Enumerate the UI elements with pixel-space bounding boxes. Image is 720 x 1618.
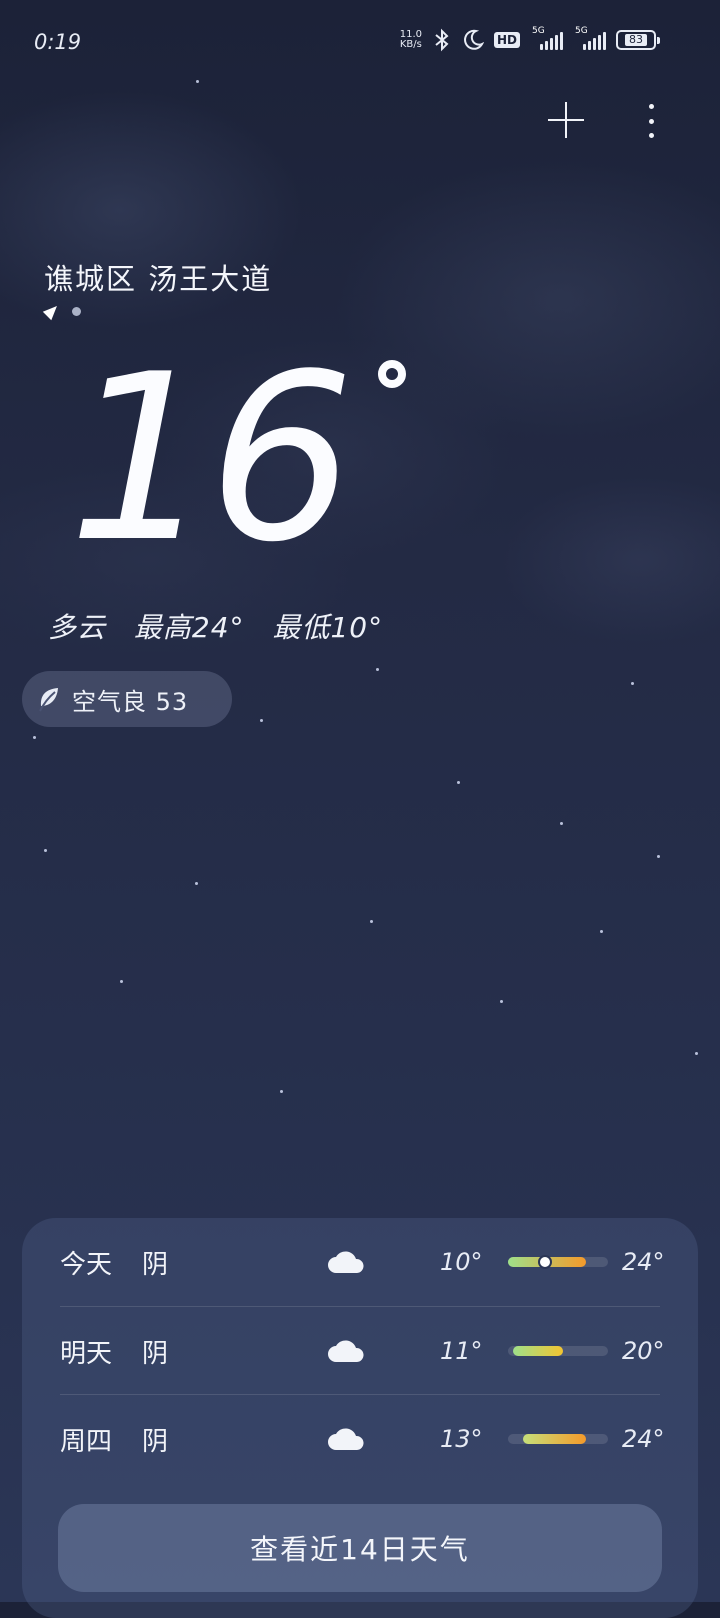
- forecast-high: 20°: [622, 1337, 665, 1365]
- range-fill: [523, 1434, 586, 1444]
- forecast-high: 24°: [622, 1248, 665, 1276]
- forecast-day: 今天: [60, 1249, 113, 1280]
- moon-icon: [462, 29, 484, 51]
- forecast-condition: 阴: [142, 1426, 169, 1457]
- view-14-day-button[interactable]: 查看近14日天气: [58, 1504, 662, 1592]
- forecast-low: 10°: [440, 1248, 483, 1276]
- range-fill: [513, 1346, 563, 1356]
- forecast-day: 周四: [60, 1426, 113, 1457]
- page-dot: [72, 306, 81, 316]
- cloud-icon: [328, 1251, 364, 1273]
- forecast-condition: 阴: [142, 1249, 169, 1280]
- forecast-condition: 阴: [142, 1338, 169, 1369]
- forecast-high: 24°: [622, 1425, 665, 1453]
- temperature-range-bar: [508, 1255, 608, 1269]
- forecast-low: 11°: [440, 1337, 483, 1365]
- network-speed: 11.0 KB/s: [400, 30, 422, 50]
- current-condition: 多云: [48, 611, 107, 644]
- temperature-range-bar: [508, 1346, 608, 1356]
- forecast-day: 明天: [60, 1338, 113, 1369]
- leaf-icon: [39, 688, 58, 712]
- battery-icon: 83: [616, 30, 660, 50]
- temperature-range-bar: [508, 1434, 608, 1444]
- status-time: 0:19: [34, 30, 82, 54]
- plus-icon[interactable]: [548, 102, 584, 138]
- battery-level: 83: [625, 34, 647, 46]
- aqi-label: 空气良 53: [72, 687, 189, 716]
- current-temperature: 16: [68, 326, 355, 593]
- status-bar: 0:19 11.0 KB/s HD 5G 5G 83: [0, 0, 720, 86]
- page-indicators: [42, 301, 81, 321]
- forecast-row[interactable]: 今天 阴 10° 24°: [60, 1218, 665, 1306]
- today-high: 最高24°: [133, 611, 245, 644]
- degree-symbol: [378, 360, 406, 388]
- forecast-card: 今天 阴 10° 24° 明天 阴 11° 20° 周四 阴 13° 24° 查…: [22, 1218, 698, 1618]
- forecast-row[interactable]: 周四 阴 13° 24°: [60, 1394, 665, 1483]
- signal-sim1-icon: 5G: [530, 26, 563, 50]
- today-low: 最低10°: [272, 611, 384, 644]
- weather-summary: 多云 最高24° 最低10°: [48, 606, 401, 646]
- sim1-network-type: 5G: [532, 26, 545, 36]
- more-vertical-icon[interactable]: [646, 104, 656, 138]
- cloud-icon: [328, 1428, 364, 1450]
- forecast-row[interactable]: 明天 阴 11° 20°: [60, 1306, 665, 1395]
- forecast-low: 13°: [440, 1425, 483, 1453]
- current-temp-marker: [538, 1255, 552, 1269]
- aqi-badge[interactable]: 空气良 53: [22, 671, 232, 727]
- location-title[interactable]: 谯城区 汤王大道: [44, 256, 272, 298]
- net-speed-unit: KB/s: [399, 39, 422, 50]
- status-icons: 11.0 KB/s HD 5G 5G 83: [400, 26, 660, 52]
- location-arrow-icon: [42, 301, 62, 321]
- signal-sim2-icon: 5G: [573, 26, 606, 50]
- hd-voice-icon: HD: [493, 32, 520, 48]
- sim2-network-type: 5G: [575, 26, 588, 36]
- cloud-icon: [328, 1340, 364, 1362]
- bluetooth-icon: [432, 28, 452, 52]
